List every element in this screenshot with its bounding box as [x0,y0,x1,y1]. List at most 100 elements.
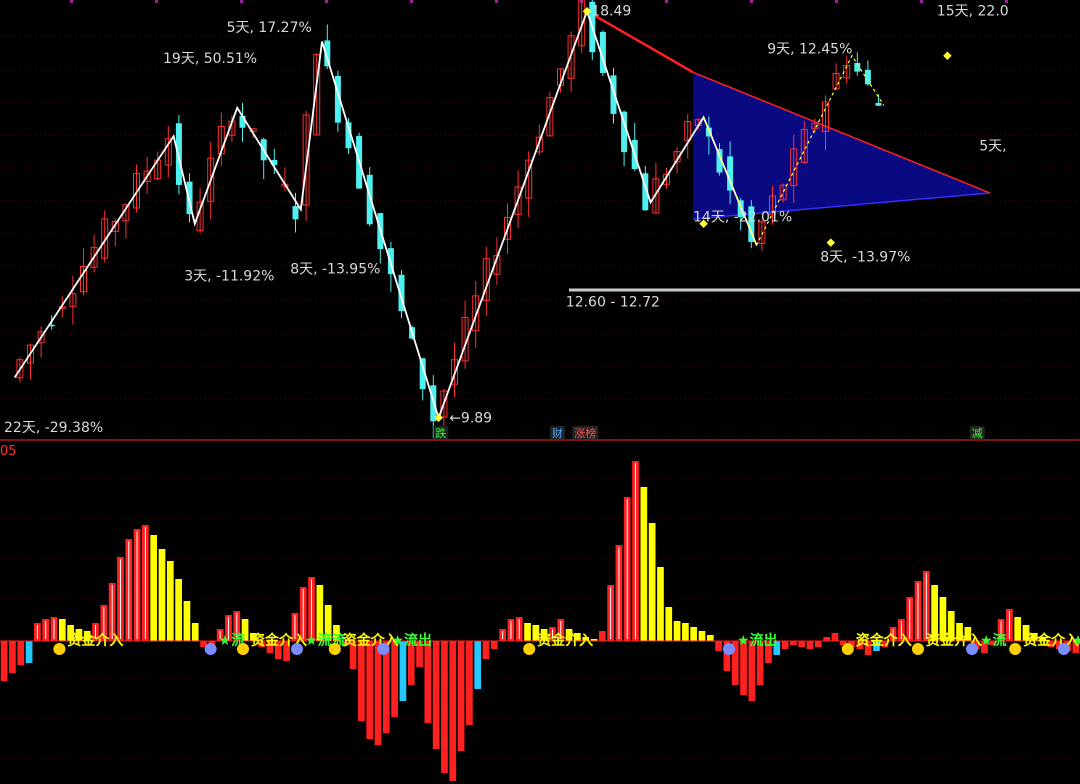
signal-label: ★流出 [737,632,778,649]
fund-flow-bar [682,623,689,641]
smiley-icon [841,643,854,655]
fund-flow-bar [524,623,531,641]
swing-label: 8天, -13.95% [290,261,380,277]
event-marker: 财 [552,426,563,440]
fund-flow-bar [648,523,656,641]
swing-label: 5天, [979,138,1006,154]
fund-flow-bars [0,461,1080,781]
signal-label: ★流出 [391,632,432,649]
swing-label: 22天, -29.38% [4,420,103,436]
fund-flow-bar [183,601,191,641]
fund-flow-bar [748,641,756,701]
signal-label: 资金介入 [67,632,123,649]
candle-body [292,206,299,220]
fund-flow-bar [814,641,822,647]
fund-flow-bar [598,631,606,641]
top-marker [835,0,838,3]
top-marker [495,0,498,3]
fund-flow-bar [781,641,789,649]
fund-flow-bar [25,641,33,663]
smiley-icon [237,643,249,655]
indicator-title: 05 [0,444,17,459]
sad-face-icon [1057,643,1070,655]
fund-flow-bar [740,641,747,695]
fund-flow-bar [158,549,166,641]
price-label: 18.49 [591,3,631,19]
top-marker [750,0,753,3]
fund-flow-bar [790,641,797,645]
fund-flow-bar [706,635,714,641]
fund-flow-bar [0,641,8,681]
candle-body [864,69,871,85]
fund-flow-bar [657,567,664,641]
fund-flow-bar [806,641,814,649]
pivot-point [826,238,836,247]
swing-label: 8天, -13.97% [820,250,910,266]
fund-flow-bar [831,633,839,641]
swing-label: 9天, 12.45% [767,41,852,57]
top-marker [240,0,243,3]
sad-face-icon [204,643,217,655]
top-marker [920,0,923,3]
stock-chart: 22天, -29.38% 19天, 50.51% 3天, -11.92% 5天, 17… [0,0,1080,781]
top-marker [70,0,73,3]
event-marker: 跌 [435,426,446,440]
swing-label: 3天, -11.92% [184,269,274,285]
top-marker [325,0,328,3]
fund-flow-bar [166,561,174,641]
swing-label: 19天, 50.51% [163,51,257,67]
smiley-icon [912,643,924,655]
fund-flow-bar [399,641,407,701]
smiley-icon [523,643,536,655]
signal-label: 资金介入 [537,632,593,649]
event-marker: 涨榜 [574,426,596,440]
top-marker [155,0,158,3]
candle-body [175,123,182,185]
fund-flow-bar [490,641,498,649]
signal-label: 资金介入 [856,632,912,649]
smiley-icon [328,643,341,655]
candle-body [875,103,882,106]
fund-flow-bar [457,641,465,751]
fund-flow-bar [823,637,830,641]
swing-label: 5天, 17.27% [227,20,312,36]
price-label: 12.60 - 12.72 [566,295,660,311]
fund-flow-bar [391,641,398,717]
fund-flow-bar [1014,617,1022,641]
sad-face-icon [291,643,303,655]
sad-face-icon [723,643,735,655]
fund-flow-bar [432,641,440,749]
signal-label: 资金介入 [343,632,399,649]
fund-flow-bar [698,631,706,641]
fund-flow-bar [441,641,448,773]
fund-flow-bar [9,641,16,673]
sad-face-icon [377,643,390,655]
swing-label: 15天, 22.0 [937,3,1009,19]
fund-flow-bar [715,641,722,651]
fund-flow-bar [58,619,66,641]
price-label: ←9.89 [449,411,492,427]
fund-flow-bar [191,623,199,641]
pivot-point [943,51,952,60]
fund-flow-bar [640,487,648,641]
smiley-icon [1009,643,1022,655]
fund-flow-bar [150,535,158,641]
smiley-icon [53,643,66,655]
signal-label: 资金介入 [1023,632,1079,649]
fund-flow-bar [665,607,673,641]
fund-flow-bar [798,641,806,647]
signal-label: ★流 [980,632,1007,649]
sad-face-icon [966,643,978,655]
fund-flow-bar [358,641,365,721]
swing-label: 14天, -22.01% [693,209,792,225]
fund-flow-bar [449,641,457,781]
fund-flow-bar [690,627,698,641]
fund-flow-signals: 资金介入 ★流 资金介入★流流资金介入★流出 资金介入 ★流出 资金介入 资金介入★流 资金介… [53,632,1080,655]
signal-label: ★流出 [1072,632,1080,649]
top-marker [410,0,413,3]
fund-flow-bar [474,641,482,689]
top-marker [665,0,668,3]
fund-flow-bar [175,579,182,641]
fund-flow-bar [466,641,473,725]
fund-flow-bar [482,641,490,659]
